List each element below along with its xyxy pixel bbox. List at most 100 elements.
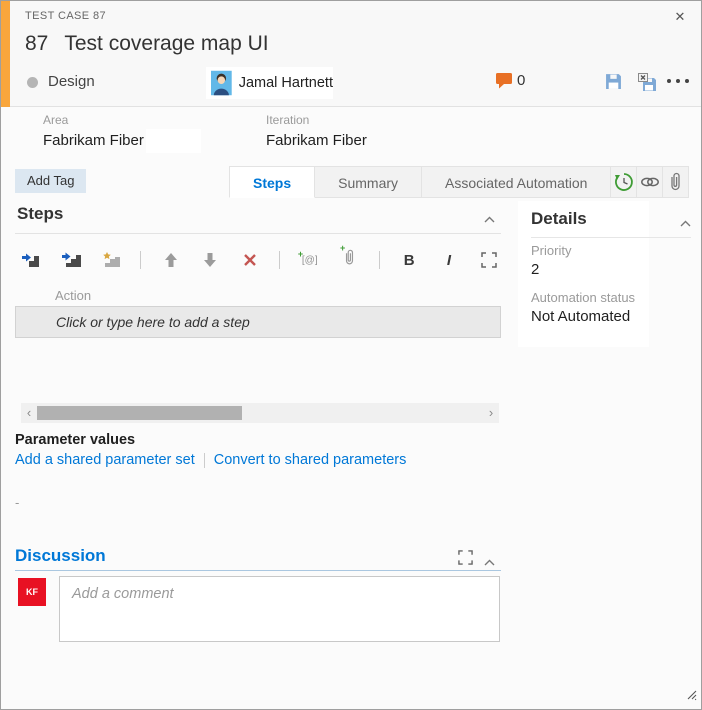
discussion-title: Discussion [15,546,106,565]
bold-icon: B [403,251,415,269]
arrow-down-icon [204,253,217,267]
insert-shared-steps-button[interactable] [61,249,82,271]
more-actions-button[interactable] [667,79,689,83]
steps-collapse-button[interactable] [484,210,495,228]
toolbar-separator [279,251,281,269]
priority-label: Priority [531,243,572,258]
resize-grip[interactable] [684,687,698,706]
work-item-title-row: 87 Test coverage map UI [25,32,269,56]
add-attachment-icon: + [340,243,355,271]
state-field[interactable]: Design [48,73,95,90]
action-column-header: Action [55,288,92,303]
steps-toolbar: + [@] + B I [15,243,501,275]
steps-section: Steps + [@] + B I Action Click or type h… [15,198,501,646]
tab-summary[interactable]: Summary [315,166,423,198]
scroll-left-icon[interactable]: ‹ [21,403,37,423]
state-dot-icon [27,77,38,88]
horizontal-scrollbar[interactable]: ‹ › [21,403,499,423]
dot-icon [676,79,680,83]
dot-icon [667,79,671,83]
fullscreen-icon [458,550,473,565]
save-button[interactable] [605,73,625,93]
move-step-up-button[interactable] [160,249,181,271]
steps-section-title: Steps [17,204,64,223]
discussion-collapse-button[interactable] [484,553,495,571]
add-parameter-icon: + [@] [297,248,318,266]
work-item-id: 87 [25,32,49,55]
details-collapse-button[interactable] [680,214,691,232]
save-and-close-icon [638,73,656,91]
iteration-value[interactable]: Fabrikam Fiber [266,132,367,149]
delete-x-icon [244,254,256,266]
details-title: Details [531,209,587,228]
dot-icon [685,79,689,83]
move-step-down-button[interactable] [200,249,221,271]
tab-history[interactable] [611,166,638,198]
add-parameter-button[interactable]: + [@] [297,248,320,271]
insert-step-button[interactable] [21,249,42,271]
work-item-title[interactable]: Test coverage map UI [64,32,268,56]
create-shared-steps-icon [103,251,121,267]
tab-associated-automation[interactable]: Associated Automation [422,166,612,198]
comment-count: 0 [517,72,526,89]
scrollbar-thumb[interactable] [37,406,242,420]
delete-step-button[interactable] [240,249,261,271]
italic-icon: I [446,251,452,269]
area-value[interactable]: Fabrikam Fiber [43,132,144,149]
priority-value[interactable]: 2 [531,261,539,278]
area-picker-field[interactable] [146,129,201,153]
add-tag-button[interactable]: Add Tag [15,169,87,193]
area-label: Area [43,113,69,127]
save-and-close-button[interactable] [638,73,658,93]
iteration-label: Iteration [266,113,310,127]
toolbar-separator [140,251,142,269]
link-separator [203,452,205,468]
toolbar-separator [378,251,380,269]
close-icon[interactable]: ✕ [671,8,689,26]
parameter-values-title: Parameter values [15,432,136,448]
tab-steps[interactable]: Steps [229,166,316,198]
avatar [211,70,232,96]
steps-section-header: Steps [15,198,501,234]
chevron-up-icon [484,559,495,566]
discussion-fullscreen-button[interactable] [458,550,473,570]
resize-grip-icon [687,690,697,701]
chevron-up-icon [484,216,495,223]
scroll-right-icon[interactable]: › [483,403,499,423]
chevron-up-icon [680,220,691,227]
details-panel: Details Priority 2 Automation status Not… [518,201,649,347]
work-item-header: TEST CASE 87 ✕ 87 Test coverage map UI D… [1,1,701,107]
italic-button[interactable]: I [439,249,460,271]
parameter-empty-marker: - [15,495,20,510]
bold-button[interactable]: B [399,249,420,271]
comment-icon [496,73,512,89]
comment-input[interactable] [59,576,500,642]
insert-step-icon [21,253,39,267]
add-attachment-button[interactable]: + [339,243,360,271]
steps-fullscreen-button[interactable] [478,249,499,271]
tab-links[interactable] [637,166,664,198]
details-divider [531,237,691,238]
tab-strip: Steps Summary Associated Automation [229,166,689,198]
parameter-values-section: Parameter values Add a shared parameter … [15,432,501,510]
history-icon [614,173,633,191]
state-row: Design Jamal Hartnett 0 [1,67,701,99]
automation-status-label: Automation status [531,290,636,305]
assignee-name: Jamal Hartnett [238,75,333,91]
tab-attachments[interactable] [663,166,689,198]
add-shared-parameter-set-link[interactable]: Add a shared parameter set [15,452,195,468]
insert-shared-steps-icon [61,252,81,267]
discussion-count-button[interactable]: 0 [495,72,525,89]
current-user-avatar: KF [18,578,46,606]
link-icon [640,177,659,187]
fullscreen-icon [480,252,497,268]
convert-to-shared-parameters-link[interactable]: Convert to shared parameters [214,452,407,468]
assigned-to-field[interactable]: Jamal Hartnett [206,67,333,99]
paperclip-icon [671,172,680,191]
add-step-row[interactable]: Click or type here to add a step [15,306,501,338]
automation-status-value[interactable]: Not Automated [531,308,630,325]
discussion-section: Discussion KF [15,546,501,646]
work-item-type-label: TEST CASE 87 [25,10,107,22]
save-icon [606,74,621,89]
create-shared-steps-button[interactable] [101,249,122,271]
